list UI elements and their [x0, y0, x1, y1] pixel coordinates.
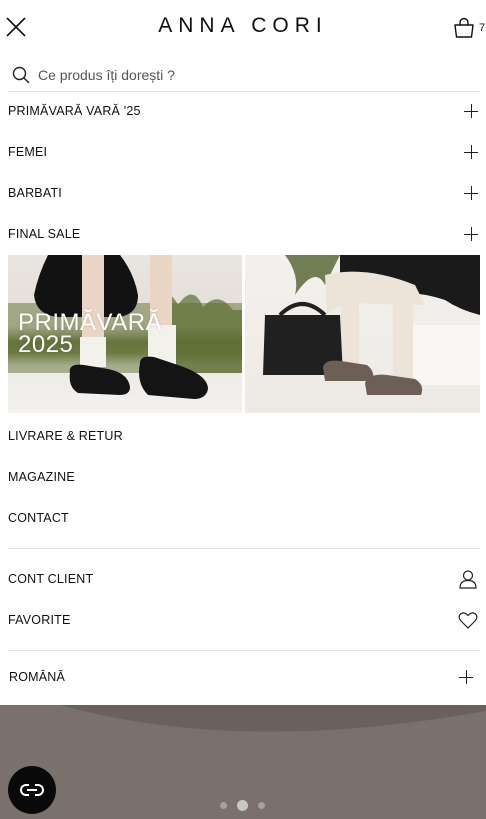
account-label: CONT CLIENT: [8, 572, 94, 586]
language-label: ROMÂNĂ: [9, 670, 66, 684]
heart-icon: [458, 612, 478, 629]
menu-item-favorites[interactable]: FAVORITE: [8, 600, 480, 640]
favorites-label: FAVORITE: [8, 613, 71, 627]
menu-link-label: CONTACT: [8, 511, 69, 525]
menu-link-contact[interactable]: CONTACT: [8, 498, 480, 538]
menu-item-final-sale[interactable]: FINAL SALE: [8, 214, 480, 254]
banner-title: PRIMĂVARĂ 2025: [18, 309, 163, 358]
search-input[interactable]: [38, 64, 468, 86]
user-icon: [459, 570, 477, 589]
menu-item-account[interactable]: CONT CLIENT: [8, 559, 480, 599]
cart-count-badge: 7: [479, 22, 486, 34]
divider: [8, 650, 480, 651]
promo-banners: PRIMĂVARĂ 2025: [8, 255, 480, 413]
header: ANNA CORI 7: [0, 0, 486, 56]
menu-item-barbati[interactable]: BARBATI: [8, 173, 480, 213]
carousel-dot[interactable]: [220, 801, 227, 809]
cart-button[interactable]: 7: [452, 16, 486, 40]
search-bar: [8, 58, 480, 92]
search-icon: [12, 66, 30, 84]
carousel-dot[interactable]: [258, 801, 265, 809]
menu-item-label: FEMEI: [8, 145, 48, 159]
menu-link-label: MAGAZINE: [8, 470, 75, 484]
language-selector[interactable]: ROMÂNĂ: [9, 657, 481, 697]
divider: [8, 548, 480, 549]
chat-icon: [20, 784, 44, 796]
carousel-dot-active[interactable]: [237, 799, 248, 811]
plus-icon: [464, 104, 478, 118]
menu-item-label: FINAL SALE: [8, 227, 81, 241]
menu-item-femei[interactable]: FEMEI: [8, 132, 480, 172]
shopping-bag-icon: [454, 17, 474, 38]
menu-item-label: BARBATI: [8, 186, 62, 200]
plus-icon: [464, 145, 478, 159]
banner-men-image: [263, 255, 480, 395]
menu-link-livrare-retur[interactable]: LIVRARE & RETUR: [8, 416, 480, 456]
chat-button[interactable]: [8, 766, 56, 814]
menu-item-label: PRIMĂVARĂ VARĂ '25: [8, 104, 141, 118]
banner-men-spring[interactable]: [245, 255, 480, 413]
carousel-dots: [220, 799, 270, 811]
plus-icon: [464, 227, 478, 241]
menu-link-label: LIVRARE & RETUR: [8, 429, 123, 443]
menu-link-magazine[interactable]: MAGAZINE: [8, 457, 480, 497]
plus-icon: [464, 186, 478, 200]
banner-women-spring[interactable]: PRIMĂVARĂ 2025: [8, 255, 242, 413]
brand-logo[interactable]: ANNA CORI: [0, 14, 486, 38]
menu-item-primavara-vara[interactable]: PRIMĂVARĂ VARĂ '25: [8, 91, 480, 131]
plus-icon: [459, 670, 473, 684]
